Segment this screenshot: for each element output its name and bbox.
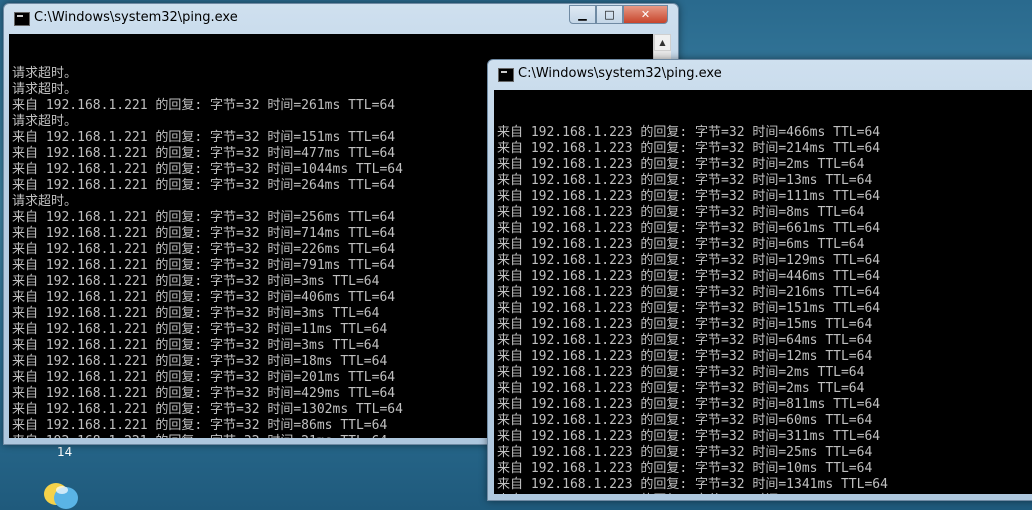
console-line: 来自 192.168.1.223 的回复: 字节=32 时间=10ms TTL=…: [497, 461, 873, 476]
console-line: 来自 192.168.1.223 的回复: 字节=32 时间=64ms TTL=…: [497, 333, 873, 348]
scroll-up-button[interactable]: ▲: [654, 34, 671, 51]
console-line: 来自 192.168.1.223 的回复: 字节=32 时间=2ms TTL=6…: [497, 381, 865, 396]
close-icon: ✕: [640, 8, 651, 21]
console-line: 来自 192.168.1.223 的回复: 字节=32 时间=129ms TTL…: [497, 253, 881, 268]
console-icon: [498, 68, 514, 82]
minimize-icon: ▁: [578, 8, 587, 21]
console-line: 来自 192.168.1.223 的回复: 字节=32 时间=2ms TTL=6…: [497, 493, 1032, 494]
maximize-button[interactable]: □: [596, 5, 623, 24]
console-lines: 来自 192.168.1.223 的回复: 字节=32 时间=466ms TTL…: [494, 125, 1032, 494]
console-line: 来自 192.168.1.223 的回复: 字节=32 时间=661ms TTL…: [497, 221, 881, 236]
console-line: 来自 192.168.1.223 的回复: 字节=32 时间=15ms TTL=…: [497, 317, 873, 332]
console-output[interactable]: 来自 192.168.1.223 的回复: 字节=32 时间=466ms TTL…: [494, 90, 1032, 494]
console-line: 来自 192.168.1.223 的回复: 字节=32 时间=2ms TTL=6…: [497, 365, 865, 380]
console-line: 来自 192.168.1.223 的回复: 字节=32 时间=8ms TTL=6…: [497, 205, 865, 220]
console-line: 来自 192.168.1.223 的回复: 字节=32 时间=111ms TTL…: [497, 189, 881, 204]
console-line: 来自 192.168.1.223 的回复: 字节=32 时间=446ms TTL…: [497, 269, 881, 284]
console-line: 来自 192.168.1.223 的回复: 字节=32 时间=214ms TTL…: [497, 141, 881, 156]
close-button[interactable]: ✕: [623, 5, 668, 24]
console-line: 来自 192.168.1.223 的回复: 字节=32 时间=25ms TTL=…: [497, 445, 873, 460]
console-line: 来自 192.168.1.223 的回复: 字节=32 时间=13ms TTL=…: [497, 173, 873, 188]
console-icon: [14, 12, 30, 26]
console-line: 来自 192.168.1.223 的回复: 字节=32 时间=60ms TTL=…: [497, 413, 873, 428]
console-line: 来自 192.168.1.223 的回复: 字节=32 时间=6ms TTL=6…: [497, 237, 865, 252]
window-title: C:\Windows\system32\ping.exe: [34, 10, 238, 25]
title-bar[interactable]: C:\Windows\system32\ping.exe ▁ □ ✕: [4, 4, 678, 34]
desktop-app-icon[interactable]: [42, 480, 80, 510]
ping-window-2[interactable]: C:\Windows\system32\ping.exe 来自 192.168.…: [487, 59, 1032, 501]
maximize-icon: □: [604, 8, 615, 21]
title-bar[interactable]: C:\Windows\system32\ping.exe: [488, 60, 1032, 90]
console-line: 来自 192.168.1.223 的回复: 字节=32 时间=311ms TTL…: [497, 429, 881, 444]
console-line: 来自 192.168.1.223 的回复: 字节=32 时间=466ms TTL…: [497, 125, 881, 140]
console-line: 来自 192.168.1.223 的回复: 字节=32 时间=12ms TTL=…: [497, 349, 873, 364]
minimize-button[interactable]: ▁: [569, 5, 596, 24]
window-title: C:\Windows\system32\ping.exe: [518, 66, 722, 81]
console-line: 来自 192.168.1.223 的回复: 字节=32 时间=811ms TTL…: [497, 397, 881, 412]
console-line: 来自 192.168.1.223 的回复: 字节=32 时间=216ms TTL…: [497, 285, 881, 300]
console-line: 来自 192.168.1.223 的回复: 字节=32 时间=151ms TTL…: [497, 301, 881, 316]
console-line: 来自 192.168.1.223 的回复: 字节=32 时间=1341ms TT…: [497, 477, 888, 492]
console-line: 来自 192.168.1.223 的回复: 字节=32 时间=2ms TTL=6…: [497, 157, 865, 172]
chevron-up-icon: ▲: [659, 38, 666, 47]
desktop-icon-label[interactable]: 14: [57, 445, 72, 459]
